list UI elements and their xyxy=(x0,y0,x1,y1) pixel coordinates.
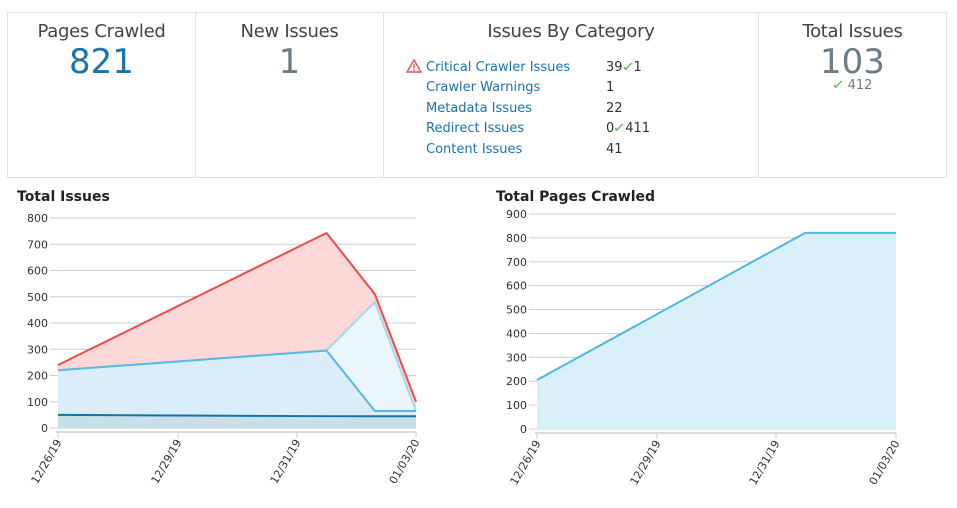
y-tick-label: 800 xyxy=(506,232,527,245)
category-value: 39✓1 xyxy=(606,60,642,75)
y-tick-label: 0 xyxy=(41,422,48,435)
y-tick-label: 400 xyxy=(506,327,527,340)
category-link-critical-crawler-issues[interactable]: Critical Crawler Issues xyxy=(426,60,606,75)
y-tick-label: 700 xyxy=(27,238,48,251)
x-tick-label: 12/26/19 xyxy=(29,437,65,486)
x-tick-label: 12/31/19 xyxy=(747,438,783,487)
card-title: Issues By Category xyxy=(487,21,655,42)
total-issues-value: 103 xyxy=(820,42,885,82)
y-tick-label: 600 xyxy=(27,265,48,278)
down-check-icon: ✓ xyxy=(620,59,636,75)
category-link-content-issues[interactable]: Content Issues xyxy=(426,142,606,157)
delta: 412 xyxy=(847,78,873,93)
category-row: Critical Crawler Issues 39✓1 xyxy=(405,57,650,78)
y-tick-label: 100 xyxy=(27,396,48,409)
category-row: Metadata Issues 22 xyxy=(406,98,650,119)
y-tick-label: 100 xyxy=(506,399,527,412)
total-issues-chart: 0 100 200 300 400 500 600 700 800 12/26/19 12/29/1… xyxy=(27,212,423,486)
y-tick-label: 700 xyxy=(506,256,527,269)
new-issues-value: 1 xyxy=(278,42,301,82)
x-tick-label: 01/03/20 xyxy=(867,438,903,487)
y-tick-label: 200 xyxy=(506,375,527,388)
value: 39 xyxy=(606,59,623,75)
down-check-icon: ✓ xyxy=(830,78,846,93)
x-tick-label: 12/29/19 xyxy=(149,437,185,486)
category-link-redirect-issues[interactable]: Redirect Issues xyxy=(426,121,606,136)
y-tick-label: 0 xyxy=(520,423,527,436)
y-tick-label: 400 xyxy=(27,317,48,330)
category-row: Crawler Warnings 1 xyxy=(406,78,650,99)
x-tick-label: 12/29/19 xyxy=(628,438,664,487)
category-link-metadata-issues[interactable]: Metadata Issues xyxy=(426,101,606,116)
x-tick-label: 12/26/19 xyxy=(508,438,544,487)
down-check-icon: ✓ xyxy=(612,121,627,137)
category-row: Content Issues 41 xyxy=(406,139,650,160)
y-tick-label: 600 xyxy=(506,280,527,293)
total-issues-delta: ✓ 412 xyxy=(759,78,946,93)
card-new-issues: New Issues 1 xyxy=(196,13,384,177)
card-issues-by-category: Issues By Category Critical Crawler Issu… xyxy=(384,13,759,177)
category-value: 22 xyxy=(606,100,623,116)
y-tick-label: 200 xyxy=(27,370,48,383)
y-tick-label: 300 xyxy=(506,351,527,364)
y-tick-label: 800 xyxy=(27,212,48,225)
area-pages-crawled xyxy=(537,232,896,429)
card-title: Total Issues xyxy=(802,21,903,42)
y-tick-label: 300 xyxy=(27,343,48,356)
warning-triangle-icon xyxy=(405,58,426,77)
card-title: Pages Crawled xyxy=(37,21,166,42)
category-value: 41 xyxy=(606,141,623,157)
x-tick-label: 01/03/20 xyxy=(387,437,423,486)
chart-title-total-pages-crawled: Total Pages Crawled xyxy=(496,189,656,205)
y-tick-label: 900 xyxy=(506,208,527,221)
y-tick-label: 500 xyxy=(27,291,48,304)
x-tick-label: 12/31/19 xyxy=(268,437,304,486)
y-tick-label: 500 xyxy=(506,304,527,317)
card-title: New Issues xyxy=(240,21,339,42)
category-value: 0✓411 xyxy=(606,121,650,136)
chart-title-total-issues: Total Issues xyxy=(17,189,110,205)
category-row: Redirect Issues 0✓411 xyxy=(406,119,650,140)
category-link-crawler-warnings[interactable]: Crawler Warnings xyxy=(426,80,606,95)
category-value: 1 xyxy=(606,80,615,96)
card-total-issues: Total Issues 103 ✓ 412 xyxy=(759,13,946,177)
summary-cards: Pages Crawled 821 New Issues 1 Issues By… xyxy=(7,12,947,178)
card-pages-crawled: Pages Crawled 821 xyxy=(8,13,196,177)
pages-crawled-value[interactable]: 821 xyxy=(8,44,195,80)
category-list: Critical Crawler Issues 39✓1 Crawler War… xyxy=(405,57,650,160)
total-pages-crawled-chart: 0 100 200 300 400 500 600 700 800 900 12/26/19 12/2… xyxy=(506,208,903,487)
delta: 411 xyxy=(625,121,651,137)
